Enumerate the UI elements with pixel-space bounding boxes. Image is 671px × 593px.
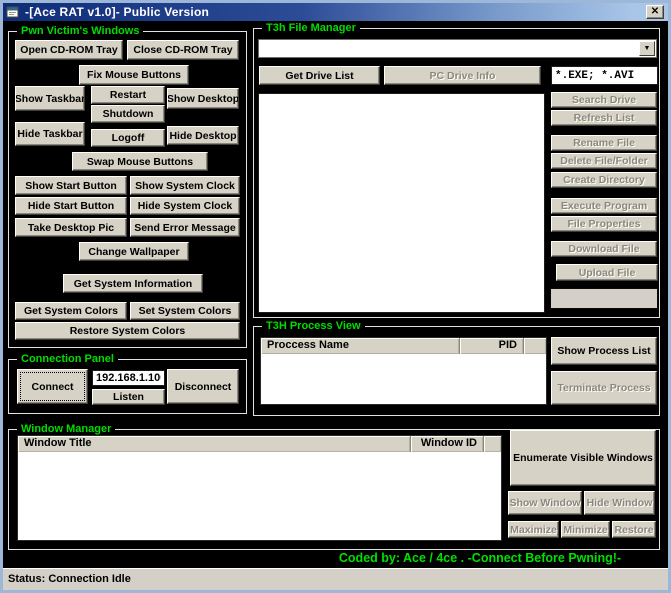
stub-column-header <box>484 436 501 452</box>
app-window: -[Ace RAT v1.0]- Public Version ✕ Pwn Vi… <box>0 0 671 593</box>
open-cdrom-button[interactable]: Open CD-ROM Tray <box>15 40 123 60</box>
process-view-group-label: T3H Process View <box>262 319 365 333</box>
hide-window-button[interactable]: Hide Window <box>584 491 655 515</box>
process-listview[interactable]: Proccess Name PID <box>260 337 547 405</box>
hide-clock-button[interactable]: Hide System Clock <box>130 197 240 215</box>
pc-drive-info-button[interactable]: PC Drive Info <box>384 66 541 85</box>
minimize-window-button[interactable]: Minimize <box>561 521 610 538</box>
get-colors-button[interactable]: Get System Colors <box>15 302 127 320</box>
take-desktop-pic-button[interactable]: Take Desktop Pic <box>15 218 127 237</box>
maximize-window-button[interactable]: Maximize <box>508 521 559 538</box>
chevron-down-icon[interactable]: ▼ <box>639 41 655 56</box>
window-id-column-header[interactable]: Window ID <box>411 436 484 452</box>
close-button[interactable]: ✕ <box>646 5 664 19</box>
drive-combobox[interactable]: ▼ <box>258 39 657 58</box>
credit-text: Coded by: Ace / 4ce . -Connect Before Pw… <box>300 551 660 565</box>
window-listview-header: Window Title Window ID <box>18 436 501 452</box>
show-clock-button[interactable]: Show System Clock <box>130 176 240 195</box>
connection-group-label: Connection Panel <box>17 352 118 366</box>
process-name-column-header[interactable]: Proccess Name <box>261 338 460 354</box>
disconnect-button[interactable]: Disconnect <box>167 369 239 404</box>
restore-colors-button[interactable]: Restore System Colors <box>15 322 240 340</box>
file-listbox[interactable] <box>258 93 545 313</box>
show-start-button[interactable]: Show Start Button <box>15 176 127 195</box>
delete-file-button[interactable]: Delete File/Folder <box>551 153 657 169</box>
download-file-button[interactable]: Download File <box>551 241 657 257</box>
upload-file-button[interactable]: Upload File <box>556 264 658 281</box>
pid-column-header[interactable]: PID <box>460 338 524 354</box>
show-process-list-button[interactable]: Show Process List <box>551 337 657 365</box>
window-manager-group-label: Window Manager <box>17 422 115 436</box>
get-drive-list-button[interactable]: Get Drive List <box>259 66 380 85</box>
send-error-button[interactable]: Send Error Message <box>130 218 240 237</box>
execute-program-button[interactable]: Execute Program <box>551 198 657 214</box>
show-desktop-button[interactable]: Show Desktop <box>167 88 239 109</box>
restart-button[interactable]: Restart <box>91 86 165 104</box>
hide-taskbar-button[interactable]: Hide Taskbar <box>15 122 85 146</box>
file-manager-group-label: T3h File Manager <box>262 21 360 35</box>
status-text: Status: Connection Idle <box>8 573 131 585</box>
swap-mouse-button[interactable]: Swap Mouse Buttons <box>72 152 208 171</box>
stub-column-header <box>524 338 546 354</box>
enumerate-windows-button[interactable]: Enumerate Visible Windows <box>510 430 656 486</box>
get-sysinfo-button[interactable]: Get System Information <box>63 274 203 293</box>
drive-combobox-value <box>259 44 262 56</box>
ip-address-input[interactable] <box>92 370 165 386</box>
restore-window-button[interactable]: Restore <box>612 521 656 538</box>
window-title: -[Ace RAT v1.0]- Public Version <box>25 5 209 19</box>
window-title-column-header[interactable]: Window Title <box>18 436 411 452</box>
hide-desktop-button[interactable]: Hide Desktop <box>167 126 239 145</box>
terminate-process-button[interactable]: Terminate Process <box>551 371 657 405</box>
pwn-group-label: Pwn Victim's Windows <box>17 24 143 38</box>
create-directory-button[interactable]: Create Directory <box>551 172 657 188</box>
shutdown-button[interactable]: Shutdown <box>91 105 165 123</box>
refresh-list-button[interactable]: Refresh List <box>551 110 657 126</box>
title-bar: -[Ace RAT v1.0]- Public Version ✕ <box>3 3 668 21</box>
status-bar: Status: Connection Idle <box>3 568 668 590</box>
listen-button[interactable]: Listen <box>92 389 165 405</box>
process-listview-header: Proccess Name PID <box>261 338 546 354</box>
close-cdrom-button[interactable]: Close CD-ROM Tray <box>127 40 239 60</box>
fix-mouse-button[interactable]: Fix Mouse Buttons <box>79 65 189 85</box>
search-drive-button[interactable]: Search Drive <box>551 92 657 108</box>
file-filter-input[interactable] <box>551 66 658 85</box>
rename-file-button[interactable]: Rename File <box>551 135 657 151</box>
file-properties-button[interactable]: File Properties <box>551 216 657 232</box>
app-form-icon <box>6 5 20 19</box>
set-colors-button[interactable]: Set System Colors <box>130 302 240 320</box>
connect-button[interactable]: Connect <box>17 369 88 404</box>
hide-start-button[interactable]: Hide Start Button <box>15 197 127 215</box>
logoff-button[interactable]: Logoff <box>91 129 165 147</box>
change-wallpaper-button[interactable]: Change Wallpaper <box>79 242 189 261</box>
window-listview[interactable]: Window Title Window ID <box>17 435 502 541</box>
show-taskbar-button[interactable]: Show Taskbar <box>15 86 85 111</box>
show-window-button[interactable]: Show Window <box>508 491 582 515</box>
transfer-progress-bar <box>550 288 658 309</box>
